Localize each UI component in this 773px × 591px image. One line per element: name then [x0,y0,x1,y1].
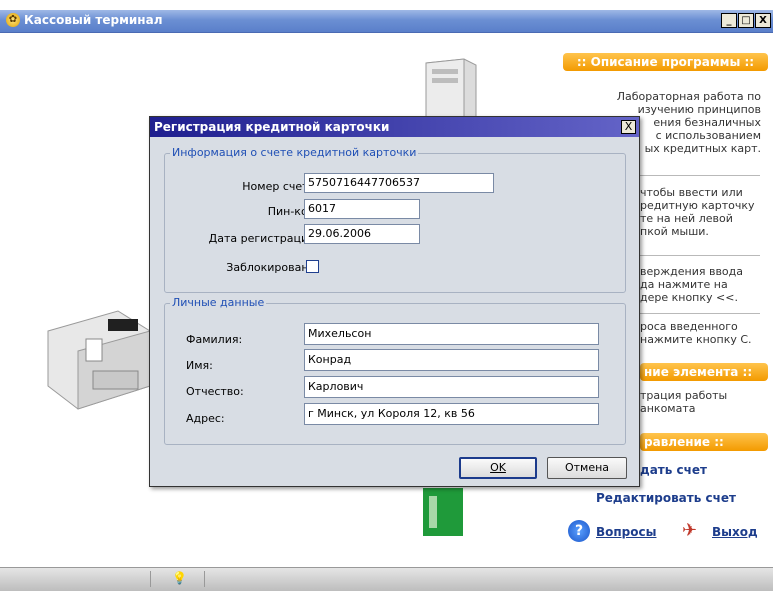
personal-data-group-label: Личные данные [170,296,267,309]
element-header: ние элемента :: [640,363,768,381]
help-question-icon[interactable]: ? [568,520,590,542]
exit-link[interactable]: Выход [712,525,758,539]
dialog-title: Регистрация кредитной карточки [154,120,390,134]
patronymic-field[interactable]: Карлович [304,376,599,398]
maximize-button[interactable]: □ [738,13,754,28]
sidebar-divider [640,255,760,256]
address-label: Адрес: [186,412,225,425]
sidebar-divider [640,175,760,176]
reg-date-label: Дата регистрации: [208,232,319,245]
ok-button[interactable]: OK [459,457,537,479]
status-cell [204,571,205,587]
surname-field[interactable]: Михельсон [304,323,599,345]
reg-date-field[interactable]: 29.06.2006 [304,224,420,244]
credit-card-icon [423,488,463,536]
create-account-link[interactable]: дать счет [640,463,707,477]
dialog-titlebar[interactable]: Регистрация кредитной карточки [150,117,639,137]
sidebar-divider [640,313,760,314]
account-number-field[interactable]: 5750716447706537 [304,173,494,193]
status-cell [150,571,151,587]
exit-icon[interactable]: ✈ [682,520,697,541]
status-bar: 💡 [0,567,773,591]
app-title: Кассовый терминал [24,13,163,27]
questions-link[interactable]: Вопросы [596,525,656,539]
lightbulb-icon: 💡 [172,571,187,585]
app-titlebar[interactable]: ✿ Кассовый терминал _ □ X [0,10,773,33]
cash-register-icon [47,310,151,410]
account-info-group-label: Информация о счете кредитной карточки [170,146,419,159]
address-field[interactable]: г Минск, ул Короля 12, кв 56 [304,403,599,425]
name-label: Имя: [186,359,213,372]
minimize-button[interactable]: _ [721,13,737,28]
description-header: :: Описание программы :: [563,53,768,71]
cancel-button[interactable]: Отмена [547,457,627,479]
help-text-2: верждения ввода да нажмите на дере кнопк… [640,265,744,304]
close-button[interactable]: X [755,13,771,28]
patronymic-label: Отчество: [186,385,244,398]
help-text-3: роса введенного нажмите кнопку С. [640,320,752,346]
credit-card-registration-dialog: Регистрация кредитной карточки X Информа… [149,116,640,487]
window-controls: _ □ X [721,13,771,28]
dialog-close-button[interactable]: X [621,120,636,134]
help-text-1: чтобы ввести или редитную карточку те на… [640,186,755,238]
pin-field[interactable]: 6017 [304,199,420,219]
surname-label: Фамилия: [186,333,243,346]
edit-account-link[interactable]: Редактировать счет [596,491,736,505]
element-text: трация работы анкомата [640,389,728,415]
name-field[interactable]: Конрад [304,349,599,371]
blocked-checkbox[interactable] [306,260,319,273]
control-header: равление :: [640,433,768,451]
app-icon: ✿ [6,13,20,27]
